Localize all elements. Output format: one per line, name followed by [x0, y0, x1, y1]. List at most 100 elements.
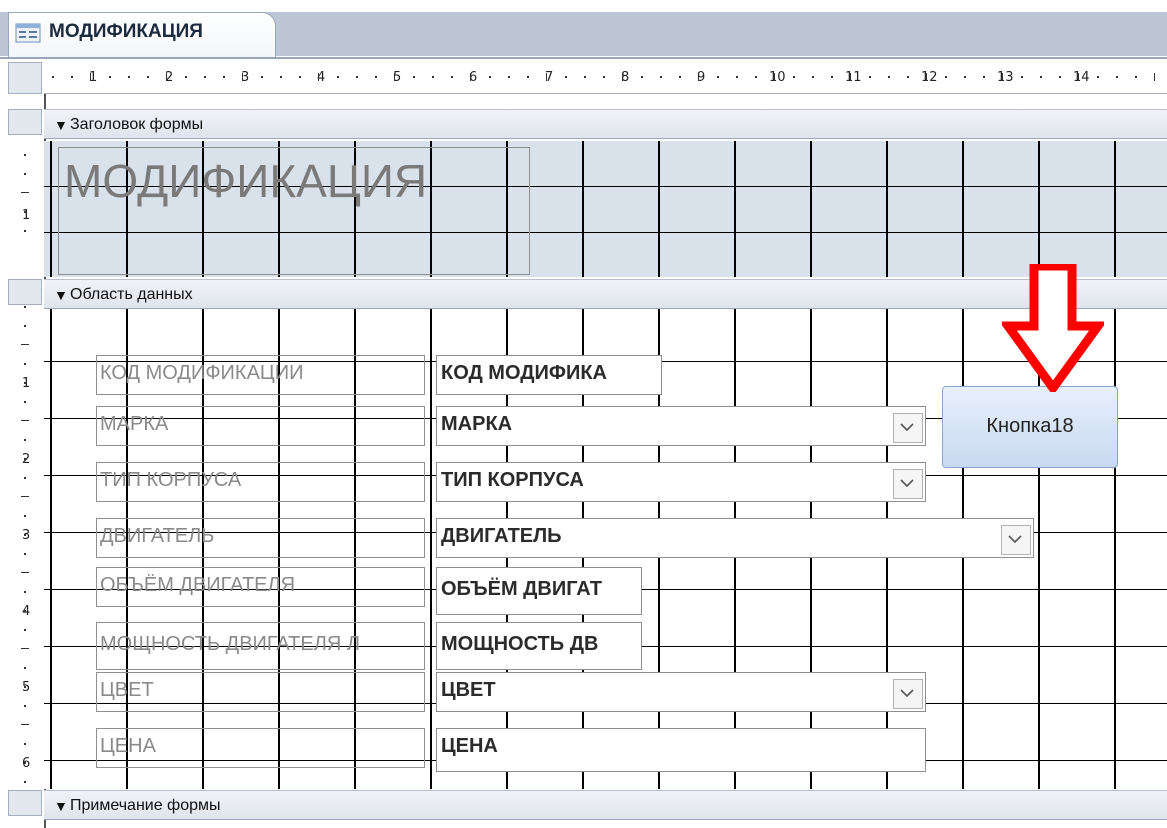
ruler-tick — [489, 76, 491, 78]
combobox-control[interactable]: ДВИГАТЕЛЬ — [436, 518, 1034, 558]
ruler-tick — [24, 306, 26, 308]
ruler-tick — [1002, 73, 1003, 81]
ruler-tick — [1078, 73, 1079, 81]
ruler-tick — [318, 73, 319, 81]
ruler-tick — [21, 496, 29, 497]
ruler-tick — [565, 76, 567, 78]
ruler-number: 10 — [769, 70, 786, 85]
tab-title: МОДИФИКАЦИЯ — [49, 21, 203, 42]
ruler-tick — [622, 73, 623, 81]
ruler-tick — [280, 76, 282, 78]
ruler-tick — [24, 401, 26, 403]
ruler-tick — [394, 73, 395, 81]
ruler-number: 14 — [1073, 70, 1090, 85]
combobox-value: ЦВЕТ — [441, 679, 496, 701]
ruler-tick — [470, 73, 471, 81]
combobox-control[interactable]: ЦВЕТ — [436, 672, 926, 712]
horizontal-ruler[interactable]: 1 2 3 4 5 6 7 8 9 10 11 12 13 14 — [44, 62, 1167, 94]
tab-underline — [0, 57, 1167, 59]
combobox-control[interactable]: ТИП КОРПУСА — [436, 462, 926, 502]
ruler-tick — [1135, 76, 1137, 78]
field-label[interactable]: ОБЪЁМ ДВИГАТЕЛЯ — [96, 567, 425, 607]
red-down-arrow-icon — [1002, 264, 1104, 392]
ruler-tick — [679, 76, 681, 78]
section-bar-detail[interactable]: ▼ Область данных — [44, 279, 1167, 309]
field-label[interactable]: ЦВЕТ — [96, 672, 425, 712]
ruler-tick — [90, 73, 91, 81]
section-selector-header[interactable] — [8, 109, 42, 135]
ruler-tick — [1040, 76, 1042, 78]
ruler-tick — [717, 76, 719, 78]
combobox-value: ТИП КОРПУСА — [441, 469, 584, 491]
ruler-tick — [24, 743, 26, 745]
form-selector[interactable] — [8, 62, 42, 94]
ruler-tick — [21, 724, 29, 725]
ruler-tick — [888, 76, 890, 78]
ruler-tick — [185, 76, 187, 78]
ruler-tick — [451, 76, 453, 78]
ruler-tick — [527, 76, 529, 78]
section-arrow-icon: ▼ — [54, 117, 68, 133]
combobox-value: ДВИГАТЕЛЬ — [441, 525, 562, 547]
field-label[interactable]: МАРКА — [96, 406, 425, 446]
ruler-tick — [147, 76, 149, 78]
ruler-tick — [21, 192, 29, 193]
section-label: Примечание формы — [70, 797, 221, 814]
ruler-tick — [356, 76, 358, 78]
ruler-tick — [812, 76, 814, 78]
ruler-tick — [1116, 76, 1118, 78]
field-label[interactable]: МОЩНОСТЬ ДВИГАТЕЛЯ Л — [96, 622, 425, 670]
ruler-tick — [21, 648, 29, 649]
ruler-tick — [926, 73, 927, 81]
ruler-tick — [850, 73, 851, 81]
field-control[interactable]: КОД МОДИФИКА — [436, 355, 662, 395]
ruler-number: 12 — [921, 70, 938, 85]
command-button[interactable]: Кнопка18 — [942, 386, 1118, 468]
field-label[interactable]: КОД МОДИФИКАЦИИ — [96, 355, 425, 395]
section-selector-footer[interactable] — [8, 790, 42, 816]
ruler-tick — [24, 591, 26, 593]
ruler-tick — [641, 76, 643, 78]
ruler-tick — [1059, 76, 1061, 78]
ruler-tick — [24, 781, 26, 783]
ruler-tick — [299, 76, 301, 78]
field-label[interactable]: ТИП КОРПУСА — [96, 462, 425, 502]
ruler-tick — [698, 73, 699, 81]
field-control[interactable]: ЦЕНА — [436, 728, 926, 772]
ruler-tick — [24, 686, 26, 688]
section-selector-detail[interactable] — [8, 279, 42, 305]
section-bar-header[interactable]: ▼ Заголовок формы — [44, 109, 1167, 139]
field-control[interactable]: ОБЪЁМ ДВИГАТ — [436, 567, 642, 615]
chevron-down-icon[interactable] — [893, 413, 923, 443]
ruler-tick — [964, 76, 966, 78]
chevron-down-icon[interactable] — [893, 679, 923, 709]
section-label: Область данных — [70, 286, 193, 303]
ruler-tick — [736, 76, 738, 78]
ruler-tick — [204, 76, 206, 78]
ruler-tick — [774, 73, 775, 81]
ruler-tick — [242, 73, 243, 81]
ruler-tick — [24, 363, 26, 365]
ruler-tick — [24, 553, 26, 555]
combobox-control[interactable]: МАРКА — [436, 406, 926, 446]
field-label[interactable]: ЦЕНА — [96, 728, 425, 768]
ruler-tick — [337, 76, 339, 78]
vertical-ruler[interactable]: 1 1 2 3 4 5 6 — [8, 96, 42, 826]
section-bar-footer[interactable]: ▼ Примечание формы — [44, 790, 1167, 820]
ruler-tick — [432, 76, 434, 78]
combobox-value: МАРКА — [441, 413, 513, 435]
ruler-tick — [24, 667, 26, 669]
ruler-tick — [831, 76, 833, 78]
chevron-down-icon[interactable] — [1001, 525, 1031, 555]
ruler-number: 11 — [845, 70, 862, 85]
field-control[interactable]: МОЩНОСТЬ ДВ — [436, 622, 642, 670]
chevron-down-icon[interactable] — [893, 469, 923, 499]
ruler-tick — [24, 154, 26, 156]
section-arrow-icon: ▼ — [54, 287, 68, 303]
ruler-tick — [907, 76, 909, 78]
field-label[interactable]: ДВИГАТЕЛЬ — [96, 518, 425, 558]
ruler-tick — [24, 230, 26, 232]
ruler-tick — [1021, 76, 1023, 78]
tab-modifikaciya[interactable]: МОДИФИКАЦИЯ — [8, 12, 276, 58]
ruler-tick — [793, 76, 795, 78]
